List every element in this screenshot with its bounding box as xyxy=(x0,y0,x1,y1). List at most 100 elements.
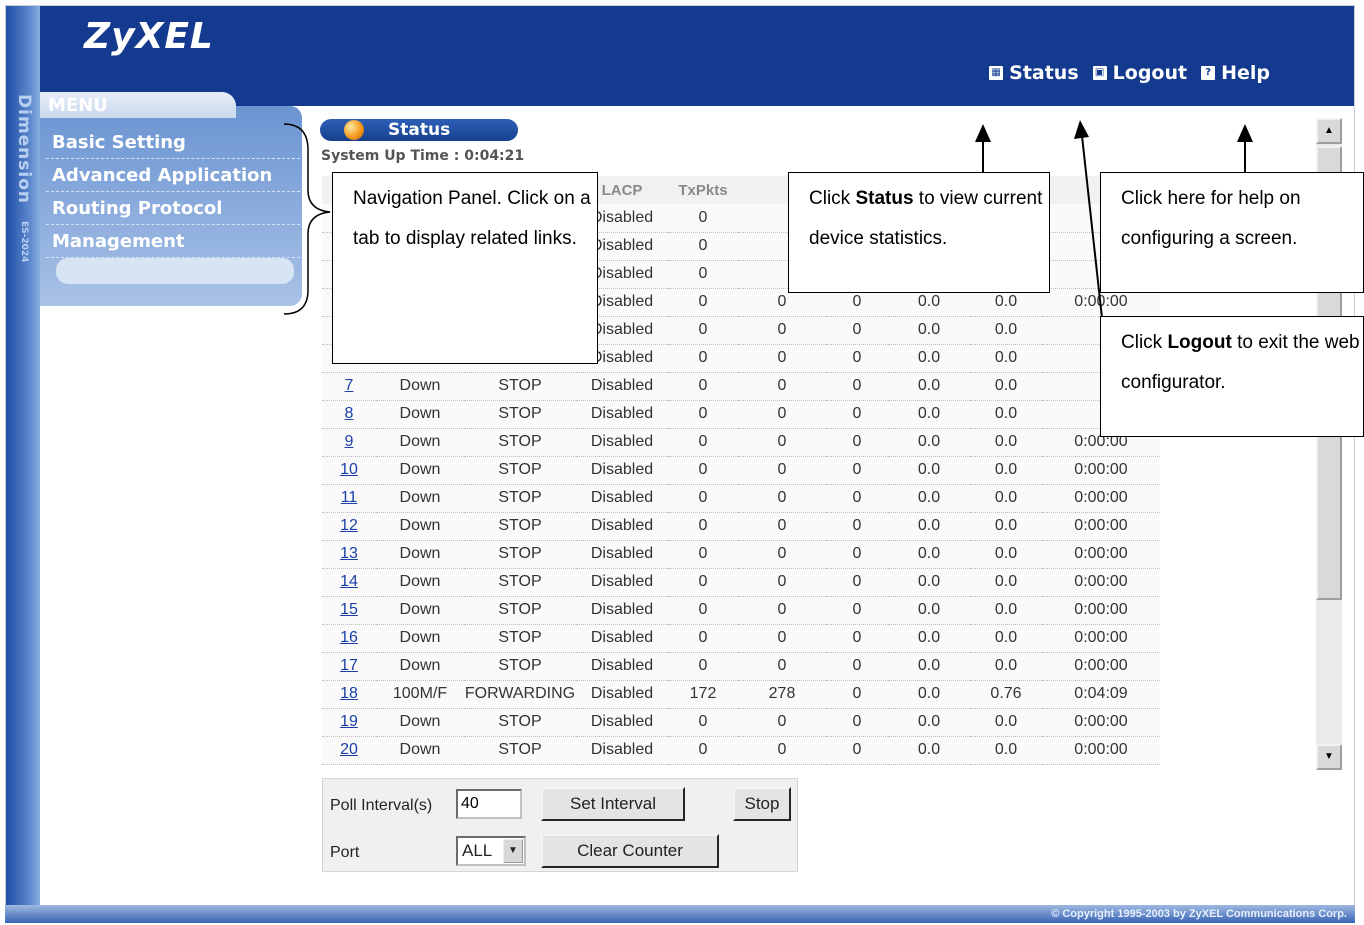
table-cell: 0 xyxy=(668,456,738,485)
port-link[interactable]: 8 xyxy=(345,405,354,422)
logout-link[interactable]: ▣ Logout xyxy=(1092,62,1187,84)
poll-interval-input[interactable] xyxy=(456,789,522,819)
table-cell: 0.0 xyxy=(888,540,970,569)
menu-item-management[interactable]: Management xyxy=(46,225,300,258)
table-cell: STOP xyxy=(464,456,576,485)
port-cell: 11 xyxy=(322,484,376,513)
table-cell: Down xyxy=(376,400,464,429)
port-cell: 9 xyxy=(322,428,376,457)
status-link[interactable]: ▦ Status xyxy=(989,62,1079,84)
table-row: 20 Down STOP Disabled 0 0 0 0.0 0.0 0:00:00 xyxy=(322,736,1160,765)
table-cell: 0 xyxy=(668,652,738,681)
controls-panel: Poll Interval(s) Set Interval Stop Port … xyxy=(322,778,798,872)
port-label: Port xyxy=(330,844,360,861)
clear-counter-button[interactable]: Clear Counter xyxy=(541,834,719,868)
table-cell: 0 xyxy=(826,596,888,625)
port-link[interactable]: 14 xyxy=(340,573,358,590)
table-cell: FORWARDING xyxy=(464,680,576,709)
table-cell: Down xyxy=(376,596,464,625)
table-cell: Down xyxy=(376,624,464,653)
table-cell: 0 xyxy=(826,708,888,737)
table-cell: Disabled xyxy=(576,428,668,457)
port-link[interactable]: 20 xyxy=(340,741,358,758)
status-icon: ▦ xyxy=(989,66,1004,80)
table-cell: 0.0 xyxy=(888,736,970,765)
port-link[interactable]: 12 xyxy=(340,517,358,534)
help-callout-text: Click here for help on configuring a scr… xyxy=(1121,188,1301,249)
table-cell: Disabled xyxy=(576,736,668,765)
scroll-up-arrow-icon[interactable]: ▲ xyxy=(1316,118,1342,144)
set-interval-button[interactable]: Set Interval xyxy=(541,787,685,821)
status-callout-bold: Status xyxy=(855,188,914,209)
port-link[interactable]: 15 xyxy=(340,601,358,618)
chevron-down-icon[interactable]: ▼ xyxy=(503,839,523,863)
table-cell: 0.0 xyxy=(888,624,970,653)
table-cell: 0.0 xyxy=(888,484,970,513)
table-cell: 0 xyxy=(668,624,738,653)
port-cell: 10 xyxy=(322,456,376,485)
table-cell: 0 xyxy=(738,484,826,513)
side-brand: Dimension ES-2024 xyxy=(14,94,34,262)
port-select-value: ALL xyxy=(462,841,493,860)
system-uptime: System Up Time : 0:04:21 xyxy=(321,148,525,164)
table-cell: 0:00:00 xyxy=(1042,624,1160,653)
port-link[interactable]: 17 xyxy=(340,657,358,674)
table-cell: STOP xyxy=(464,652,576,681)
table-cell: Disabled xyxy=(576,484,668,513)
port-select[interactable]: ALL ▼ xyxy=(456,836,526,866)
table-cell: 0:00:00 xyxy=(1042,736,1160,765)
menu-item-routing-protocol[interactable]: Routing Protocol xyxy=(46,192,300,225)
logout-callout-pre: Click xyxy=(1121,332,1168,353)
table-cell: 0 xyxy=(826,400,888,429)
table-cell: 0:00:00 xyxy=(1042,568,1160,597)
table-cell: 0.0 xyxy=(888,400,970,429)
port-cell: 13 xyxy=(322,540,376,569)
menu-decoration xyxy=(56,258,294,284)
table-cell: 0 xyxy=(668,288,738,317)
table-cell: STOP xyxy=(464,400,576,429)
table-cell: 0 xyxy=(738,372,826,401)
table-cell: Disabled xyxy=(576,400,668,429)
navigation-panel: MENU Basic Setting Advanced Application … xyxy=(40,92,302,312)
help-link[interactable]: ? Help xyxy=(1201,62,1270,84)
table-cell: 0 xyxy=(738,400,826,429)
table-cell: 0 xyxy=(826,456,888,485)
menu-item-basic-setting[interactable]: Basic Setting xyxy=(46,126,300,159)
port-link[interactable]: 16 xyxy=(340,629,358,646)
status-callout-pre: Click xyxy=(809,188,856,209)
port-link[interactable]: 10 xyxy=(340,461,358,478)
port-cell: 12 xyxy=(322,512,376,541)
port-link[interactable]: 18 xyxy=(340,685,358,702)
table-cell: 0.0 xyxy=(970,708,1042,737)
port-cell: 8 xyxy=(322,400,376,429)
table-cell: 0.0 xyxy=(970,316,1042,345)
table-cell: Down xyxy=(376,568,464,597)
table-row: 18 100M/F FORWARDING Disabled 172 278 0 0.0 0.76… xyxy=(322,680,1160,709)
table-cell: 0 xyxy=(738,456,826,485)
port-link[interactable]: 13 xyxy=(340,545,358,562)
table-cell: 0 xyxy=(738,596,826,625)
port-link[interactable]: 19 xyxy=(340,713,358,730)
table-cell: 0 xyxy=(826,680,888,709)
port-cell: 16 xyxy=(322,624,376,653)
port-cell: 20 xyxy=(322,736,376,765)
status-title-bar: Status xyxy=(320,119,518,141)
table-cell: 0 xyxy=(668,260,738,289)
table-row: 14 Down STOP Disabled 0 0 0 0.0 0.0 0:00:00 xyxy=(322,568,1160,597)
port-link[interactable]: 11 xyxy=(341,489,358,506)
status-link-label: Status xyxy=(1009,62,1079,84)
table-cell: 0.0 xyxy=(888,652,970,681)
menu-item-advanced-application[interactable]: Advanced Application xyxy=(46,159,300,192)
table-cell: 0:00:00 xyxy=(1042,484,1160,513)
table-cell: Disabled xyxy=(576,568,668,597)
table-cell: 0.0 xyxy=(888,680,970,709)
stop-button[interactable]: Stop xyxy=(733,787,791,821)
port-link[interactable]: 7 xyxy=(345,377,354,394)
table-cell: Disabled xyxy=(576,456,668,485)
port-cell: 15 xyxy=(322,596,376,625)
port-link[interactable]: 9 xyxy=(345,433,354,450)
table-cell: Down xyxy=(376,428,464,457)
table-cell: 0.0 xyxy=(970,652,1042,681)
table-cell: 0 xyxy=(738,316,826,345)
scroll-down-arrow-icon[interactable]: ▼ xyxy=(1316,744,1342,770)
